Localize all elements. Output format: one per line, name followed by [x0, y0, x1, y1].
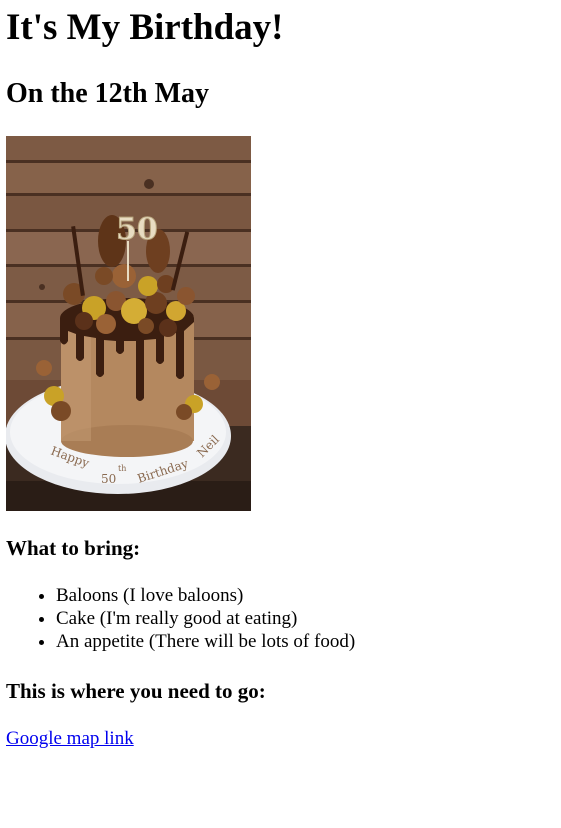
page-title: It's My Birthday!	[6, 7, 284, 48]
page: It's My Birthday! On the 12th May 50 Hap…	[0, 0, 561, 749]
list-item: Cake (I'm really good at eating)	[56, 607, 355, 630]
birthday-cake-image: 50 Happy 50 th Birthday Neil	[6, 136, 251, 511]
plate-text-th: th	[118, 464, 126, 473]
list-item: Baloons (I love baloons)	[56, 584, 355, 607]
page-subtitle: On the 12th May	[6, 78, 209, 109]
where-to-go-heading: This is where you need to go:	[6, 679, 266, 703]
google-map-link[interactable]: Google map link	[6, 727, 134, 751]
list-item: An appetite (There will be lots of food)	[56, 630, 355, 653]
plate-text-fifty: 50	[101, 472, 116, 486]
bring-list: Baloons (I love baloons) Cake (I'm reall…	[6, 584, 355, 653]
what-to-bring-heading: What to bring:	[6, 536, 141, 560]
topper-number: 50	[116, 212, 158, 247]
